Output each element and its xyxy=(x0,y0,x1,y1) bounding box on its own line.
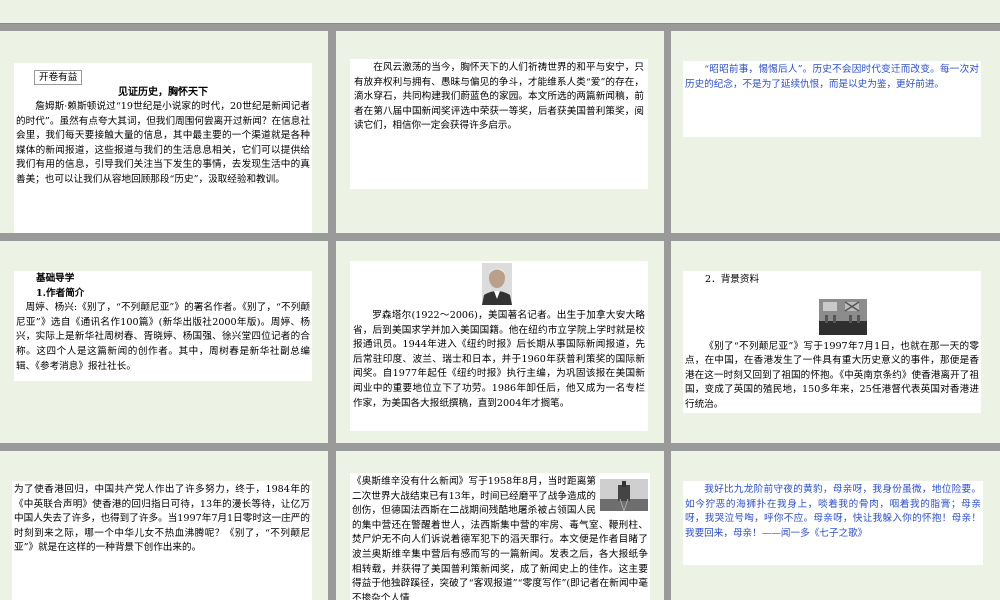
rosenthal-bio-paragraph: 罗森塔尔(1922～2006)，美国著名记者。出生于加拿大安大略省，后到美国求学… xyxy=(353,310,645,409)
slide-8-textbox: 《奥斯维辛没有什么新闻》写于1958年8月，当时距离第二次世界大战结束已有13年… xyxy=(350,473,650,600)
slide-1-textbox: 开卷有益 见证历史，胸怀天下 詹姆斯·赖斯顿说过“19世纪是小说家的时代，20世… xyxy=(14,63,312,233)
top-slide-strip xyxy=(0,0,1000,24)
section-label: 开卷有益 xyxy=(34,70,83,85)
author-portrait-photo xyxy=(482,263,512,305)
slide-9[interactable]: 我好比九龙阶前守夜的黄豹，母亲呀，我身份虽微，地位险要。如今狞恶的海狮扑在我身上… xyxy=(671,451,1000,600)
slide-7-textbox: 为了使香港回归，中国共产党人作出了许多努力，终于，1984年的《中英联合声明》使… xyxy=(12,481,312,600)
slide-3-textbox: “昭昭前事，惕惕后人”。历史不会因时代变迁而改变。每一次对历史的纪念，不是为了延… xyxy=(683,61,981,137)
slide-4-textbox: 基础导学 1.作者简介 周婷、杨兴:《别了，“不列颠尼亚”》的署名作者。《别了，… xyxy=(14,271,312,381)
poem-quote-paragraph: 我好比九龙阶前守夜的黄豹，母亲呀，我身份虽微，地位险要。如今狞恶的海狮扑在我身上… xyxy=(685,484,981,539)
auschwitz-photo xyxy=(600,479,648,511)
slide-6[interactable]: 2．背景资料 《别了“不列颠尼亚”》写于1997年7月1日，也就在那一天的零点，… xyxy=(671,241,1000,443)
intro-paragraph: 在风云激荡的当今，胸怀天下的人们祈祷世界的和平与安宁，只有放弃权利与拥有、愚昧与… xyxy=(354,62,644,132)
slide-6-textbox: 2．背景资料 《别了“不列颠尼亚”》写于1997年7月1日，也就在那一天的零点，… xyxy=(683,271,981,413)
slide-1[interactable]: 开卷有益 见证历史，胸怀天下 詹姆斯·赖斯顿说过“19世纪是小说家的时代，20世… xyxy=(0,31,328,233)
slide-5[interactable]: 罗森塔尔(1922～2006)，美国著名记者。出生于加拿大安大略省，后到美国求学… xyxy=(336,241,664,443)
section-heading: 基础导学 xyxy=(36,273,75,284)
slide-3[interactable]: “昭昭前事，惕惕后人”。历史不会因时代变迁而改变。每一次对历史的纪念，不是为了延… xyxy=(671,31,1000,233)
slide-5-textbox: 罗森塔尔(1922～2006)，美国著名记者。出生于加拿大安大略省，后到美国求学… xyxy=(350,261,648,431)
slide-8[interactable]: 《奥斯维辛没有什么新闻》写于1958年8月，当时距离第二次世界大战结束已有13年… xyxy=(336,451,664,600)
article-title: 见证历史，胸怀天下 xyxy=(118,87,208,98)
slide-4[interactable]: 基础导学 1.作者简介 周婷、杨兴:《别了，“不列颠尼亚”》的署名作者。《别了，… xyxy=(0,241,328,443)
slide-7[interactable]: 为了使香港回归，中国共产党人作出了许多努力，终于，1984年的《中英联合声明》使… xyxy=(0,451,328,600)
slide-9-textbox: 我好比九龙阶前守夜的黄豹，母亲呀，我身份虽微，地位险要。如今狞恶的海狮扑在我身上… xyxy=(683,481,983,565)
slide-2-textbox: 在风云激荡的当今，胸怀天下的人们祈祷世界的和平与安宁，只有放弃权利与拥有、愚昧与… xyxy=(350,59,648,189)
ceremony-photo xyxy=(819,299,867,335)
author-paragraph: 周婷、杨兴:《别了，“不列颠尼亚”》的署名作者。《别了，“不列颠尼亚”》选自《通… xyxy=(16,302,310,372)
quote-paragraph: “昭昭前事，惕惕后人”。历史不会因时代变迁而改变。每一次对历史的纪念，不是为了延… xyxy=(685,64,979,90)
section-subheading: 1.作者简介 xyxy=(36,287,85,299)
slide-2[interactable]: 在风云激荡的当今，胸怀天下的人们祈祷世界的和平与安宁，只有放弃权利与拥有、愚昧与… xyxy=(336,31,664,233)
background-paragraph: 为了使香港回归，中国共产党人作出了许多努力，终于，1984年的《中英联合声明》使… xyxy=(14,484,310,554)
section-heading: 2．背景资料 xyxy=(705,274,760,285)
intro-paragraph: 詹姆斯·赖斯顿说过“19世纪是小说家的时代，20世纪是新闻记者的时代”。虽然有点… xyxy=(16,101,310,185)
background-paragraph: 《别了“不列颠尼亚”》写于1997年7月1日，也就在那一天的零点，在中国，在香港… xyxy=(685,340,979,410)
